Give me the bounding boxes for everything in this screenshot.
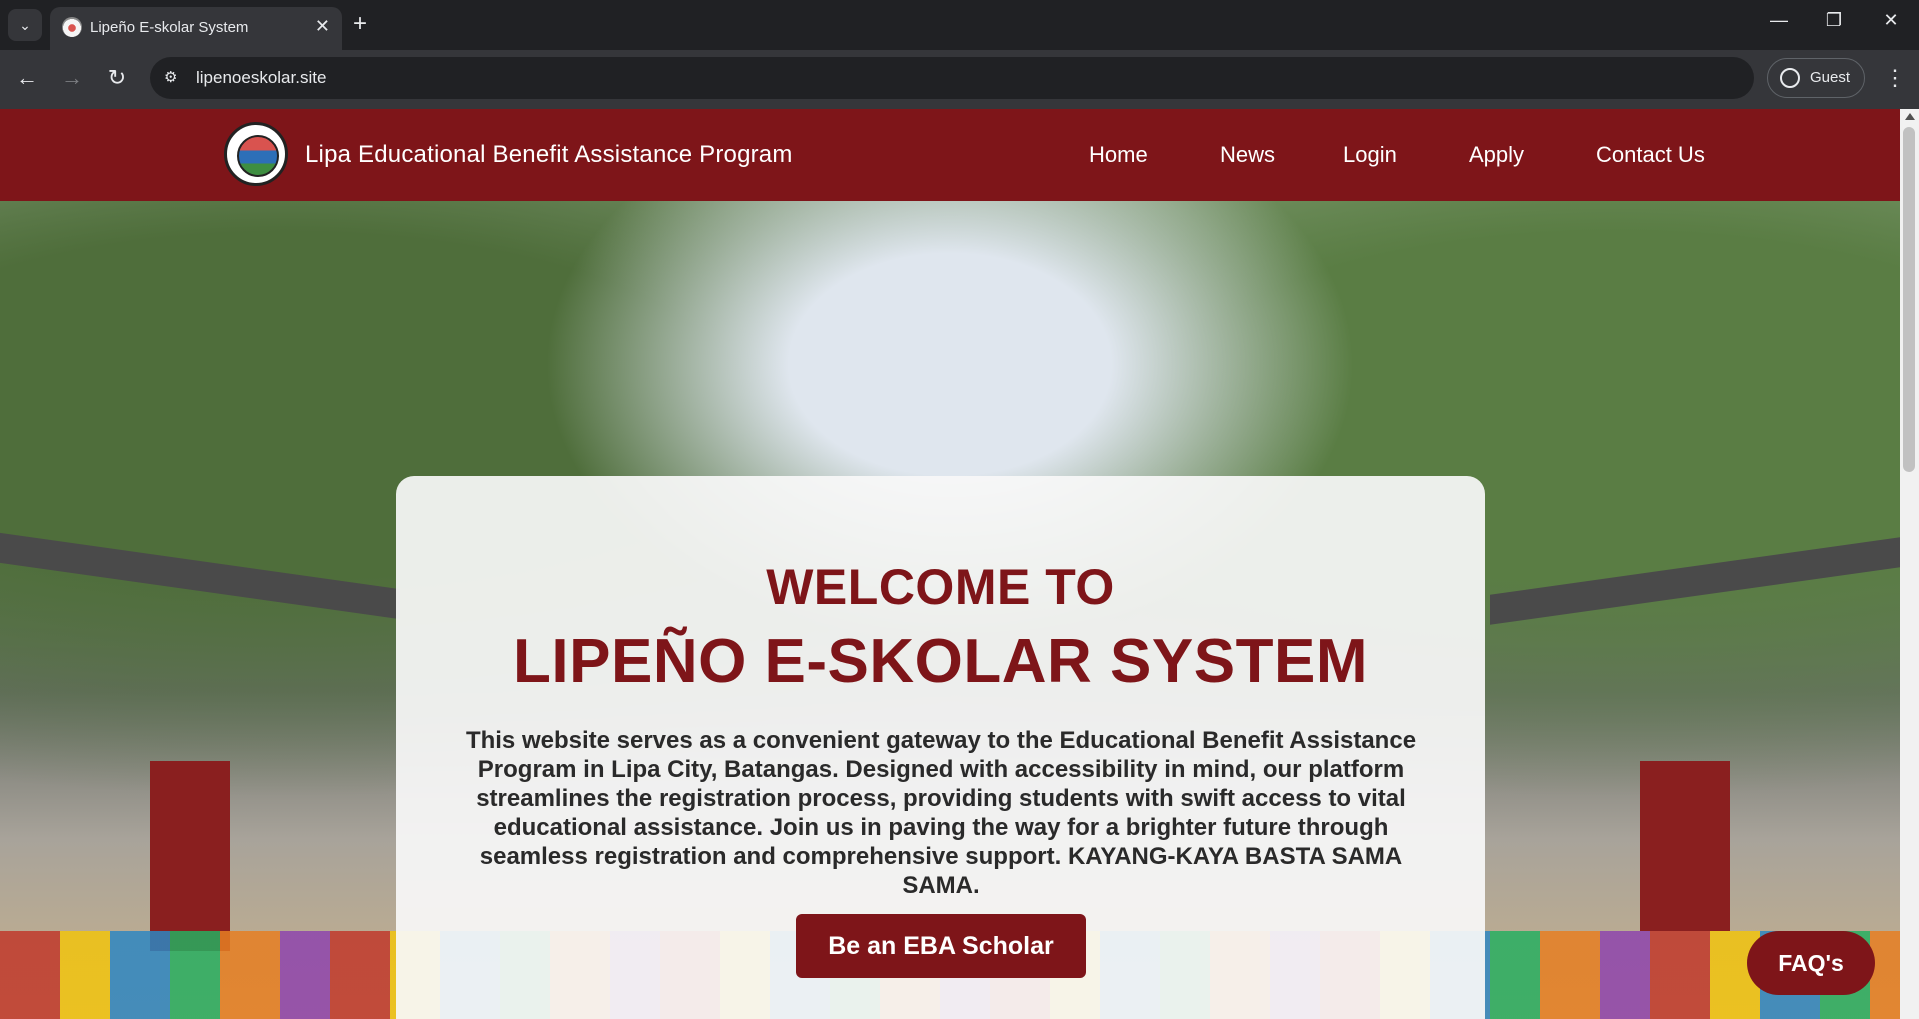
page-scrollbar[interactable] bbox=[1900, 109, 1919, 1019]
browser-tabstrip: ⌄ Lipeño E-skolar System ✕ + — ❐ ✕ bbox=[0, 0, 1919, 50]
shelter-roof-right bbox=[1490, 537, 1900, 625]
forward-icon[interactable]: → bbox=[57, 64, 87, 92]
browser-toolbar: ← → ↻ ⚙ lipenoeskolar.site Guest ⋮ bbox=[0, 50, 1919, 109]
hero-background: WELCOME TO LIPEÑO E-SKOLAR SYSTEM This w… bbox=[0, 201, 1900, 1019]
profile-icon bbox=[1780, 68, 1800, 88]
restore-icon[interactable]: ❐ bbox=[1814, 10, 1854, 31]
url-text[interactable]: lipenoeskolar.site bbox=[196, 68, 326, 88]
site-info-icon[interactable]: ⚙ bbox=[164, 68, 177, 86]
site-title[interactable]: Lipa Educational Benefit Assistance Prog… bbox=[305, 141, 793, 169]
minimize-icon[interactable]: — bbox=[1759, 10, 1799, 31]
page-viewport: WELCOME TO LIPEÑO E-SKOLAR SYSTEM This w… bbox=[0, 109, 1900, 1019]
reload-icon[interactable]: ↻ bbox=[102, 64, 132, 92]
profile-label: Guest bbox=[1810, 69, 1851, 86]
nav-login[interactable]: Login bbox=[1343, 142, 1397, 168]
city-seal-logo[interactable] bbox=[224, 122, 288, 186]
nav-apply[interactable]: Apply bbox=[1469, 142, 1524, 168]
site-header: Lipa Educational Benefit Assistance Prog… bbox=[0, 109, 1900, 201]
seal-emblem bbox=[237, 135, 279, 177]
shelter-roof-left bbox=[0, 532, 400, 620]
back-icon[interactable]: ← bbox=[12, 64, 42, 92]
welcome-heading: WELCOME TO bbox=[766, 559, 1115, 615]
be-eba-scholar-button[interactable]: Be an EBA Scholar bbox=[796, 914, 1086, 978]
menu-icon[interactable]: ⋮ bbox=[1884, 64, 1906, 92]
nav-home[interactable]: Home bbox=[1089, 142, 1148, 168]
tab-search-chevron-icon[interactable]: ⌄ bbox=[8, 9, 42, 41]
tab-close-icon[interactable]: ✕ bbox=[315, 16, 330, 36]
browser-tab[interactable]: Lipeño E-skolar System ✕ bbox=[50, 7, 342, 50]
nav-contact-us[interactable]: Contact Us bbox=[1596, 142, 1705, 168]
address-bar[interactable]: ⚙ lipenoeskolar.site bbox=[150, 57, 1754, 99]
scroll-thumb[interactable] bbox=[1903, 127, 1915, 472]
nav-news[interactable]: News bbox=[1220, 142, 1275, 168]
window-close-icon[interactable]: ✕ bbox=[1871, 10, 1911, 31]
letter-sculpture-y bbox=[1640, 761, 1730, 931]
faq-button[interactable]: FAQ's bbox=[1747, 931, 1875, 995]
favicon-icon bbox=[62, 17, 82, 37]
welcome-card: WELCOME TO LIPEÑO E-SKOLAR SYSTEM This w… bbox=[396, 476, 1485, 1019]
tab-title: Lipeño E-skolar System bbox=[90, 19, 249, 36]
profile-button[interactable]: Guest bbox=[1767, 58, 1865, 98]
letter-sculpture-l bbox=[150, 761, 230, 951]
system-title: LIPEÑO E-SKOLAR SYSTEM bbox=[513, 627, 1368, 696]
scroll-up-arrow-icon[interactable] bbox=[1905, 113, 1915, 120]
welcome-description: This website serves as a convenient gate… bbox=[465, 727, 1417, 899]
new-tab-icon[interactable]: + bbox=[353, 10, 367, 38]
